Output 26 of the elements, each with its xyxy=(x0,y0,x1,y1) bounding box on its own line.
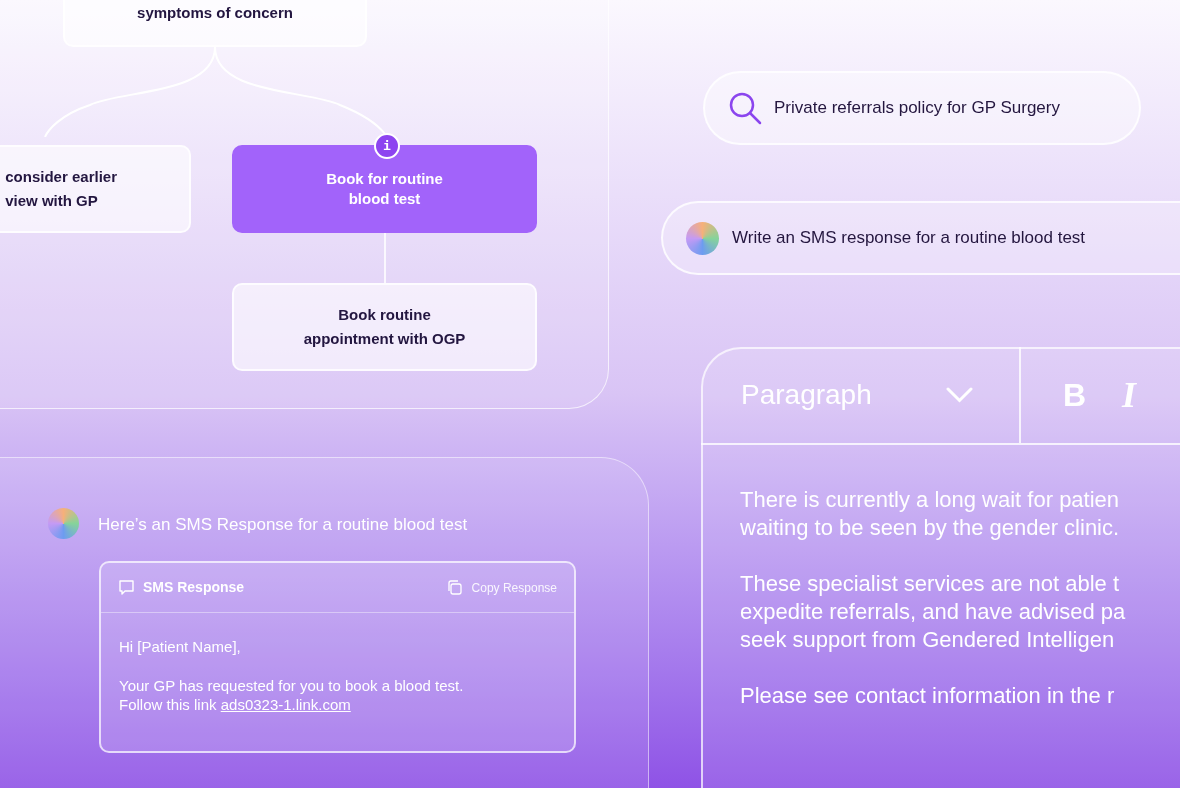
search-icon xyxy=(729,91,762,125)
info-badge[interactable]: i xyxy=(374,133,400,159)
prompt-field[interactable]: Write an SMS response for a routine blood test xyxy=(661,201,1180,275)
message-text: Your GP has requested for you to book a blood test. Follow this link ads0323-1.link.com xyxy=(119,676,465,714)
node-label: Book for routine blood test xyxy=(326,169,443,209)
italic-button[interactable]: I xyxy=(1122,368,1137,422)
avatar-icon xyxy=(48,508,79,539)
message-link[interactable]: ads0323-1.link.com xyxy=(220,696,351,713)
avatar-icon xyxy=(686,221,719,255)
editor-paragraph: These specialist services are not able t expedite referrals, and have advised pa seek support from Gendered Intelligen xyxy=(740,570,1126,654)
node-label: Book routine appointment with OGP xyxy=(303,305,466,349)
prompt-text: Write an SMS response for a routine blood test xyxy=(732,227,1086,250)
bold-button[interactable]: B xyxy=(1063,371,1087,419)
message-text: Hi [Patient Name], xyxy=(119,637,242,656)
editor-paragraph: There is currently a long wait for patien waiting to be seen by the gender clinic. xyxy=(740,486,1121,542)
chat-message: Here’s an SMS Response for a routine blood test xyxy=(98,514,468,536)
search-field[interactable]: Private referrals policy for GP Surgery xyxy=(703,71,1141,145)
card-title: SMS Response xyxy=(143,578,245,597)
format-dropdown[interactable]: Paragraph xyxy=(701,347,1021,443)
copy-button[interactable]: Copy Response xyxy=(446,578,557,597)
editor-paragraph: Please see contact information in the r xyxy=(740,682,1116,710)
node-label: symptoms of concern xyxy=(137,3,293,23)
node-label: consider earlier view with GP xyxy=(5,167,117,211)
chevron-down-icon xyxy=(946,387,973,403)
chat-bubble-icon xyxy=(118,579,135,596)
copy-icon xyxy=(446,580,462,595)
